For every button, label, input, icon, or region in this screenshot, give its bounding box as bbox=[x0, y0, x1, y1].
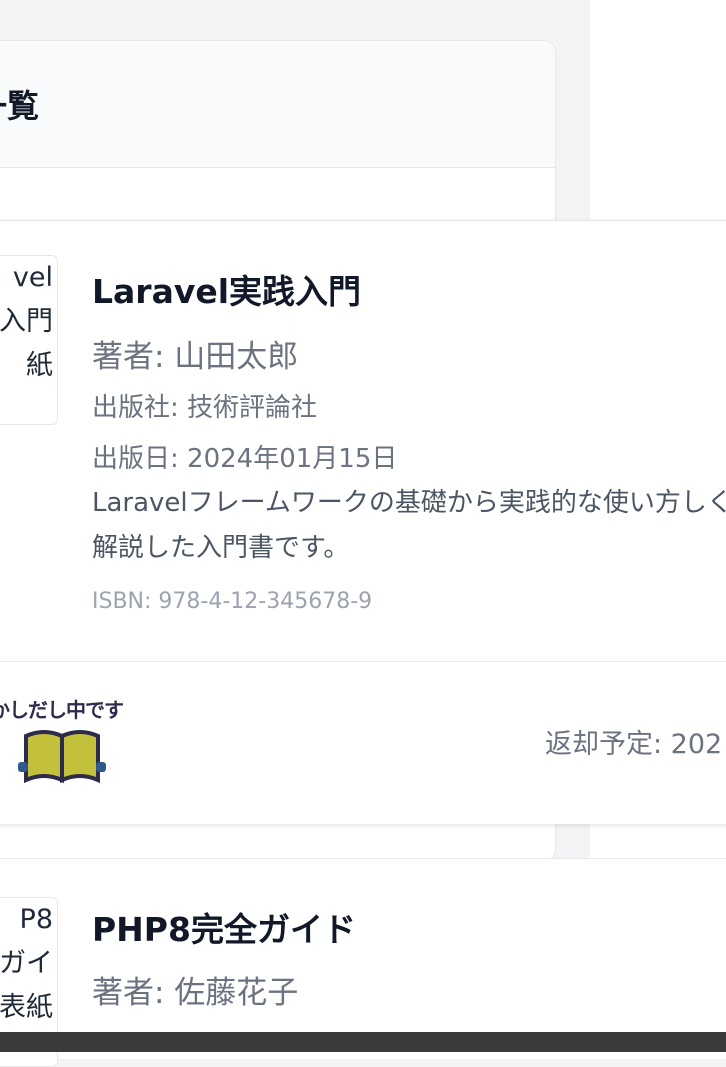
cover-text: P8 bbox=[19, 904, 53, 935]
book-card[interactable]: vel 入門 紙 Laravel実践入門 著者: 山田太郎 出版社: 技術評論社… bbox=[0, 220, 726, 824]
book-published-date: 出版日: 2024年01月15日 bbox=[92, 444, 398, 474]
book-publisher: 出版社: 技術評論社 bbox=[92, 393, 318, 423]
page-title: 一覧 bbox=[0, 87, 39, 125]
book-card[interactable]: P8 ガイ 表紙 PHP8完全ガイド 著者: 佐藤花子 bbox=[0, 858, 726, 1067]
bottom-toolbar bbox=[0, 1032, 726, 1052]
open-book-icon bbox=[18, 730, 106, 784]
cover-text: 紙 bbox=[26, 350, 53, 381]
book-title[interactable]: Laravel実践入門 bbox=[92, 265, 361, 313]
book-author: 著者: 山田太郎 bbox=[92, 339, 299, 375]
book-description: Laravelフレームワークの基礎から実践的な使い方しく解説した入門書です。 bbox=[92, 488, 726, 563]
book-title[interactable]: PHP8完全ガイド bbox=[92, 903, 356, 951]
book-cover[interactable]: vel 入門 紙 bbox=[0, 255, 58, 425]
lending-badge: かしだし中です bbox=[0, 694, 130, 794]
due-date: 返却予定: 202 bbox=[545, 729, 723, 760]
cover-text: 表紙 bbox=[0, 992, 53, 1023]
cover-text: ガイ bbox=[0, 948, 53, 979]
book-isbn: ISBN: 978-4-12-345678-9 bbox=[92, 589, 373, 614]
lending-badge-text: かしだし中です bbox=[0, 698, 124, 722]
cover-text: 入門 bbox=[0, 306, 53, 337]
book-author: 著者: 佐藤花子 bbox=[92, 975, 299, 1011]
panel-header: 一覧 bbox=[0, 41, 555, 168]
lending-status-row: かしだし中です 返却予定: 202 bbox=[0, 661, 726, 824]
cover-text: vel bbox=[12, 262, 53, 293]
